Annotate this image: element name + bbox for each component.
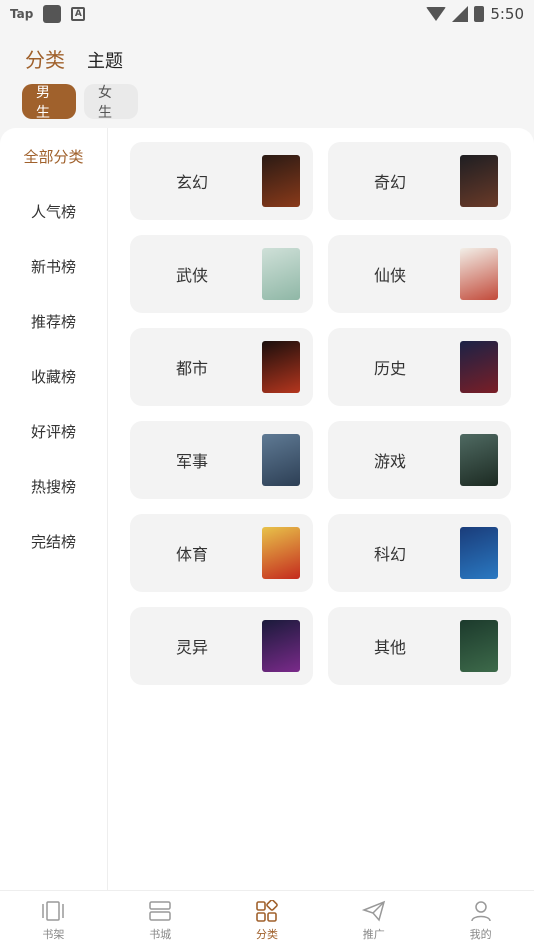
category-label: 其他	[374, 638, 407, 657]
nav-promotion[interactable]: 推广	[320, 891, 427, 950]
category-label: 军事	[176, 452, 209, 471]
book-cover-thumbnail	[460, 620, 498, 672]
wifi-icon	[426, 7, 447, 21]
bottom-navigation: 书架 书城 分类 推广 我的	[0, 890, 534, 950]
category-card[interactable]: 游戏	[328, 421, 511, 499]
book-cover-thumbnail	[460, 248, 498, 300]
notification-icon	[43, 5, 62, 23]
category-card[interactable]: 体育	[130, 514, 313, 592]
book-cover-thumbnail	[262, 434, 300, 486]
female-button[interactable]: 女生	[84, 84, 138, 121]
content-panel: 全部分类 人气榜 新书榜 推荐榜 收藏榜 好评榜 热搜榜 完结榜 玄幻 奇幻武侠 仙…	[0, 128, 534, 890]
category-grid: 玄幻 奇幻武侠 仙侠都市 历史军事 游戏体育 科幻灵异 其他	[130, 142, 511, 685]
category-label: 灵异	[176, 638, 209, 657]
category-card[interactable]: 科幻	[328, 514, 511, 592]
book-cover-thumbnail	[262, 248, 300, 300]
signal-icon	[452, 6, 469, 22]
book-cover-thumbnail	[460, 155, 498, 207]
category-label: 历史	[374, 359, 407, 378]
sidebar-item-top-rated[interactable]: 好评榜	[0, 404, 107, 459]
header-tabs: 分类 主题	[25, 44, 123, 73]
category-card[interactable]: 其他	[328, 607, 511, 685]
category-label: 仙侠	[374, 266, 407, 285]
clock: 5:50	[490, 5, 524, 23]
book-cover-thumbnail	[262, 620, 300, 672]
nav-bookstore-label: 书城	[149, 928, 172, 941]
sidebar-item-favorites[interactable]: 收藏榜	[0, 349, 107, 404]
category-label: 都市	[176, 359, 209, 378]
category-label: 体育	[176, 545, 209, 564]
category-card[interactable]: 灵异	[130, 607, 313, 685]
gender-selector: 男生 女生	[22, 84, 138, 121]
category-card[interactable]: 军事	[130, 421, 313, 499]
nav-promotion-label: 推广	[362, 928, 385, 941]
status-bar: Tap A 5:50	[0, 0, 534, 28]
category-card[interactable]: 仙侠	[328, 235, 511, 313]
category-card[interactable]: 玄幻	[130, 142, 313, 220]
category-card[interactable]: 历史	[328, 328, 511, 406]
battery-icon	[474, 6, 485, 22]
sidebar-item-trending[interactable]: 热搜榜	[0, 459, 107, 514]
tap-app-indicator: Tap	[10, 7, 34, 21]
sidebar-item-recommended[interactable]: 推荐榜	[0, 294, 107, 349]
nav-bookstore[interactable]: 书城	[107, 891, 214, 950]
sidebar-item-all-categories[interactable]: 全部分类	[0, 129, 107, 184]
category-label: 科幻	[374, 545, 407, 564]
category-card[interactable]: 都市	[130, 328, 313, 406]
category-card[interactable]: 奇幻	[328, 142, 511, 220]
app-screen: Tap A 5:50 分类 主题 男生 女生 全部分类 人气榜 新书榜 推荐榜 …	[0, 0, 534, 950]
category-card[interactable]: 武侠	[130, 235, 313, 313]
a-notification-icon: A	[71, 7, 86, 21]
category-label: 武侠	[176, 266, 209, 285]
bookshelf-icon	[40, 899, 66, 923]
nav-profile-label: 我的	[469, 928, 492, 941]
nav-profile[interactable]: 我的	[427, 891, 534, 950]
category-label: 奇幻	[374, 173, 407, 192]
category-label: 游戏	[374, 452, 407, 471]
book-cover-thumbnail	[460, 341, 498, 393]
category-grid-icon	[254, 899, 280, 923]
nav-category[interactable]: 分类	[214, 891, 321, 950]
book-cover-thumbnail	[460, 527, 498, 579]
book-cover-thumbnail	[262, 527, 300, 579]
nav-bookshelf-label: 书架	[42, 928, 65, 941]
tab-theme[interactable]: 主题	[87, 47, 123, 73]
ranking-sidebar: 全部分类 人气榜 新书榜 推荐榜 收藏榜 好评榜 热搜榜 完结榜	[0, 128, 108, 890]
book-cover-thumbnail	[262, 341, 300, 393]
sidebar-item-new-books[interactable]: 新书榜	[0, 239, 107, 294]
bookstore-icon	[147, 899, 173, 923]
sidebar-item-popular[interactable]: 人气榜	[0, 184, 107, 239]
sidebar-item-completed[interactable]: 完结榜	[0, 514, 107, 569]
male-button[interactable]: 男生	[22, 84, 76, 121]
profile-icon	[468, 899, 494, 923]
nav-category-label: 分类	[255, 928, 278, 941]
book-cover-thumbnail	[262, 155, 300, 207]
nav-bookshelf[interactable]: 书架	[0, 891, 107, 950]
book-cover-thumbnail	[460, 434, 498, 486]
tab-category[interactable]: 分类	[25, 44, 65, 73]
category-label: 玄幻	[176, 173, 209, 192]
paper-plane-icon	[361, 899, 387, 923]
